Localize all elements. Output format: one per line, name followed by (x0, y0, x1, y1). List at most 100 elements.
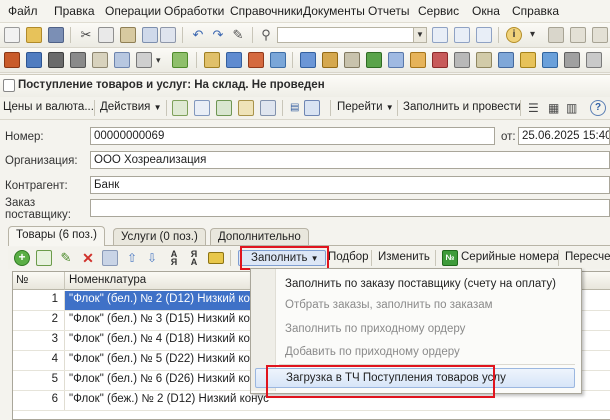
tax-icon[interactable] (410, 52, 426, 68)
sort-desc-icon[interactable]: ЯA (186, 250, 202, 267)
menu-item-fill-by-supplier-order[interactable]: Заполнить по заказу поставщику (счету на… (285, 278, 556, 290)
menu-service[interactable]: Сервис (418, 4, 459, 18)
closing-icon[interactable] (432, 52, 448, 68)
sales-icon[interactable] (248, 52, 264, 68)
find-prev-icon[interactable] (454, 27, 470, 43)
print-icon[interactable] (142, 27, 158, 43)
documents-icon[interactable] (26, 52, 42, 68)
analytics-icon[interactable] (388, 52, 404, 68)
report-icon[interactable] (92, 52, 108, 68)
paste-icon[interactable] (120, 27, 136, 43)
copy-icon[interactable] (98, 27, 114, 43)
menu-operations[interactable]: Операции (105, 4, 161, 18)
inventory-icon[interactable] (322, 52, 338, 68)
search-combo[interactable]: ▼ (277, 27, 427, 43)
tab-services[interactable]: Услуги (0 поз.) (113, 228, 206, 245)
find-next-icon[interactable] (432, 27, 448, 43)
supplier-order-field[interactable] (90, 199, 610, 217)
tab-goods[interactable]: Товары (6 поз.) (8, 226, 105, 246)
folder-icon[interactable] (520, 52, 536, 68)
selection-button[interactable]: Подбор (328, 251, 369, 263)
structure-icon[interactable] (260, 100, 276, 116)
exchange-icon[interactable] (542, 52, 558, 68)
delete-row-icon[interactable]: ✕ (80, 250, 96, 266)
fill-and-post-button[interactable]: Заполнить и провести (403, 101, 521, 113)
info-icon[interactable]: i (506, 27, 522, 43)
menu-help[interactable]: Справка (512, 4, 559, 18)
undo-icon[interactable]: ↶ (190, 27, 206, 43)
recalc-button[interactable]: Пересче (565, 251, 610, 263)
open-folder-icon[interactable] (26, 27, 42, 43)
menu-item-fill-by-receipt-order[interactable]: Заполнить по приходному ордеру (285, 323, 465, 335)
cash-icon[interactable] (226, 52, 242, 68)
settings-icon[interactable] (136, 52, 152, 68)
end-edit-icon[interactable] (102, 250, 118, 266)
cut-icon[interactable]: ✂ (78, 27, 94, 43)
redo-icon[interactable]: ↷ (210, 27, 226, 43)
change-button[interactable]: Изменить (378, 251, 430, 263)
sort-asc-icon[interactable]: AЯ (166, 250, 182, 267)
copy-row-icon[interactable] (36, 250, 52, 266)
currency-icon[interactable] (498, 52, 514, 68)
info-dropdown-icon[interactable]: ▾ (530, 27, 546, 43)
actions-menu[interactable]: Действия ▼ (100, 101, 162, 113)
calendar-icon[interactable] (570, 27, 586, 43)
edit-row-icon[interactable]: ✎ (58, 250, 74, 266)
menu-processing[interactable]: Обработки (164, 4, 224, 18)
tool-icon[interactable] (592, 27, 608, 43)
edit-icon[interactable]: ✎ (230, 27, 246, 43)
bank-icon[interactable] (204, 52, 220, 68)
move-up-icon[interactable]: ⇧ (124, 250, 140, 266)
contracts-icon[interactable] (476, 52, 492, 68)
move-down-icon[interactable]: ⇩ (144, 250, 160, 266)
menu-documents[interactable]: Документы (303, 4, 365, 18)
tab-additional[interactable]: Дополнительно (210, 228, 309, 245)
menu-item-select-orders[interactable]: Отбрать заказы, заполнить по заказам (285, 299, 493, 311)
date-field[interactable]: 25.06.2025 15:40: (518, 127, 610, 145)
save-icon[interactable] (48, 27, 64, 43)
post-close-icon[interactable] (216, 100, 232, 116)
dropdown-arrow-icon[interactable]: ▾ (156, 52, 172, 68)
columns-icon[interactable]: ▥ (566, 100, 582, 116)
calc-icon[interactable] (548, 27, 564, 43)
employees-icon[interactable] (344, 52, 360, 68)
goto-menu[interactable]: Перейти ▼ (337, 101, 394, 113)
archive-icon[interactable] (454, 52, 470, 68)
catalog-icon[interactable] (4, 52, 20, 68)
list-icon[interactable]: ☰ (528, 100, 544, 116)
journal-icon[interactable] (48, 52, 64, 68)
admin-icon[interactable] (564, 52, 580, 68)
post-icon[interactable] (172, 100, 188, 116)
new-document-icon[interactable] (4, 27, 20, 43)
search-icon[interactable]: ⚲ (258, 27, 274, 43)
register-icon[interactable] (70, 52, 86, 68)
chart-icon[interactable] (114, 52, 130, 68)
copy-doc-icon[interactable] (238, 100, 254, 116)
menu-windows[interactable]: Окна (472, 4, 500, 18)
preview-icon[interactable] (160, 27, 176, 43)
serial-numbers-button[interactable]: Серийные номера (461, 251, 559, 263)
purchases-icon[interactable] (270, 52, 286, 68)
menu-item-add-by-receipt-order[interactable]: Добавить по приходному ордеру (285, 346, 460, 358)
menu-edit[interactable]: Правка (54, 4, 95, 18)
column-header-number[interactable]: № (13, 272, 65, 290)
save-doc-icon[interactable] (194, 100, 210, 116)
menu-catalogs[interactable]: Справочники (230, 4, 303, 18)
go-forward-icon[interactable] (304, 100, 320, 116)
find-all-icon[interactable] (476, 27, 492, 43)
organization-field[interactable]: ООО Хозреализация (90, 151, 610, 169)
number-field[interactable]: 00000000069 (90, 127, 495, 145)
add-row-icon[interactable]: + (14, 250, 30, 266)
help-icon[interactable]: ? (590, 100, 606, 116)
menu-file[interactable]: Файл (8, 4, 38, 18)
contractor-field[interactable]: Банк (90, 176, 610, 194)
table-icon[interactable]: ▦ (548, 100, 564, 116)
chevron-down-icon[interactable]: ▼ (413, 28, 426, 42)
menu-reports[interactable]: Отчеты (368, 4, 409, 18)
more-icon[interactable] (586, 52, 602, 68)
tree-icon[interactable] (172, 52, 188, 68)
barcode-icon[interactable] (208, 252, 224, 264)
warehouse-icon[interactable] (300, 52, 316, 68)
payroll-icon[interactable] (366, 52, 382, 68)
prices-currency-button[interactable]: Цены и валюта... (3, 101, 94, 113)
